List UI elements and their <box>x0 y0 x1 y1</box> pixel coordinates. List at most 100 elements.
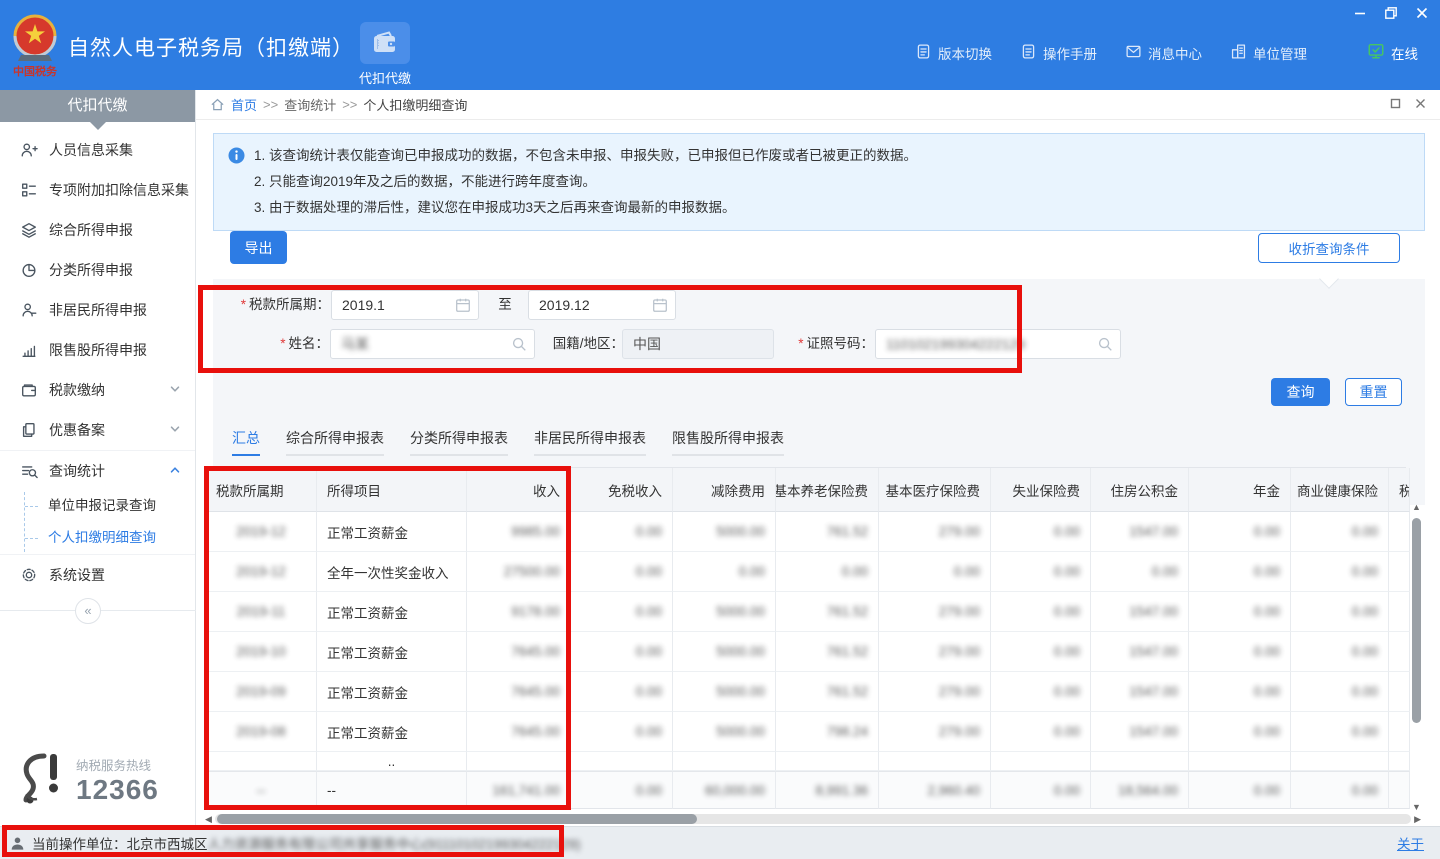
cell-年金: 0.00 <box>1189 592 1291 632</box>
sidebar-item-人员信息采集[interactable]: 人员信息采集 <box>0 130 195 170</box>
tab-非居民所得申报表[interactable]: 非居民所得申报表 <box>534 428 646 456</box>
document-icon <box>1020 43 1037 63</box>
tab-综合所得申报表[interactable]: 综合所得申报表 <box>286 428 384 456</box>
scroll-down-icon[interactable]: ▼ <box>1410 802 1423 812</box>
cell-免税收入: 0.00 <box>571 712 673 752</box>
cell-tax-partial <box>1389 592 1410 632</box>
nationality-input[interactable]: 中国 <box>622 329 774 359</box>
app-title: 自然人电子税务局（扣缴端） <box>68 32 354 62</box>
pane-close-icon[interactable] <box>1415 97 1426 112</box>
horizontal-scrollbar[interactable]: ◀ ▶ <box>205 813 1421 825</box>
notice-line: 2. 只能查询2019年及之后的数据，不能进行跨年度查询。 <box>254 169 917 195</box>
collapse-query-button[interactable]: 收折查询条件 <box>1258 233 1400 263</box>
scroll-left-icon[interactable]: ◀ <box>205 813 212 825</box>
reset-button[interactable]: 重置 <box>1345 378 1402 406</box>
cell-income-item: 正常工资薪金 <box>317 632 467 672</box>
cell-period: 2019-12 <box>206 552 317 592</box>
sidebar-item-分类所得申报[interactable]: 分类所得申报 <box>0 250 195 290</box>
cell-period: 2019-09 <box>206 672 317 712</box>
sidebar-item-查询统计[interactable]: 查询统计 <box>0 450 195 490</box>
topbar-links: 版本切换 操作手册 消息中心 单位管理 在线 <box>915 42 1418 63</box>
module-tab-withholding[interactable]: 代扣代缴 <box>340 22 430 87</box>
cell-失业保险费: 0.00 <box>991 771 1091 809</box>
topbar-link-消息中心[interactable]: 消息中心 <box>1125 43 1202 63</box>
hotline-operator-icon <box>14 750 68 811</box>
sidebar-item-优惠备案[interactable]: 优惠备案 <box>0 410 195 450</box>
topbar-link-在线[interactable]: 在线 <box>1367 42 1418 63</box>
column-header-年金: 年金 <box>1189 468 1291 512</box>
cell-商业健康保险: 0.00 <box>1291 592 1389 632</box>
topbar-link-单位管理[interactable]: 单位管理 <box>1230 43 1307 63</box>
module-tab-label: 代扣代缴 <box>340 68 430 87</box>
export-button[interactable]: 导出 <box>230 231 287 264</box>
cell-免税收入: 0.00 <box>571 592 673 632</box>
topbar-link-操作手册[interactable]: 操作手册 <box>1020 43 1097 63</box>
sidebar-item-label: 查询统计 <box>49 461 105 481</box>
cell-免税收入: 0.00 <box>571 552 673 592</box>
sidebar-subitem-单位申报记录查询[interactable]: 单位申报记录查询 <box>0 490 195 522</box>
result-tabs: 汇总综合所得申报表分类所得申报表非居民所得申报表限售股所得申报表 <box>232 428 784 456</box>
cell-tax-partial <box>1389 752 1410 771</box>
column-header-住房公积金: 住房公积金 <box>1091 468 1189 512</box>
about-link[interactable]: 关于 <box>1397 833 1424 853</box>
main-content: 首页 >> 查询统计 >> 个人扣缴明细查询 1. 该查询统计表仅能查询已申报成… <box>196 90 1440 826</box>
search-icon[interactable] <box>1096 335 1114 353</box>
sidebar-subitem-个人扣缴明细查询[interactable]: 个人扣缴明细查询 <box>0 522 195 554</box>
horizontal-scroll-thumb[interactable] <box>217 814 697 824</box>
sidebar-item-税款缴纳[interactable]: 税款缴纳 <box>0 370 195 410</box>
vertical-scroll-thumb[interactable] <box>1412 518 1421 723</box>
pane-maximize-icon[interactable] <box>1390 97 1401 112</box>
sidebar-collapse-button[interactable]: « <box>75 598 101 624</box>
bar-chart-icon <box>20 341 38 359</box>
cell-商业健康保险: 0.00 <box>1291 632 1389 672</box>
cell-住房公积金: 1547.00 <box>1091 672 1189 712</box>
status-bar: 当前操作单位： 北京市西城区 人力资源服务有限公司共享服务中心(91110102… <box>0 826 1440 859</box>
cell-基本医疗保险费: 279.00 <box>879 632 991 672</box>
window-minimize-icon[interactable] <box>1352 5 1368 21</box>
gear-icon <box>20 566 38 584</box>
sidebar-item-非居民所得申报[interactable]: 非居民所得申报 <box>0 290 195 330</box>
breadcrumb-home[interactable]: 首页 <box>231 95 257 114</box>
window-close-icon[interactable] <box>1414 5 1430 21</box>
cell-period: 2019-11 <box>206 592 317 632</box>
scroll-up-icon[interactable]: ▲ <box>1410 502 1423 512</box>
search-icon[interactable] <box>510 335 528 353</box>
breadcrumb: 首页 >> 查询统计 >> 个人扣缴明细查询 <box>196 90 1440 120</box>
vertical-scrollbar[interactable]: ▲ ▼ <box>1410 502 1423 812</box>
id-number-input[interactable]: 110102199304222129 <box>875 329 1121 359</box>
hotline-block: 纳税服务热线 12366 <box>14 750 159 811</box>
cell-年金 <box>1189 752 1291 771</box>
calendar-icon[interactable] <box>454 296 472 314</box>
window-restore-icon[interactable] <box>1383 5 1399 21</box>
tab-汇总[interactable]: 汇总 <box>232 428 260 456</box>
checklist-icon <box>20 181 38 199</box>
search-button[interactable]: 查询 <box>1271 378 1330 406</box>
sidebar-item-限售股所得申报[interactable]: 限售股所得申报 <box>0 330 195 370</box>
column-header-收入: 收入 <box>467 468 571 512</box>
period-to-input[interactable]: 2019.12 <box>528 290 676 320</box>
nationality-label: 国籍/地区： <box>540 329 624 359</box>
topbar-link-label: 版本切换 <box>938 43 992 63</box>
cell-住房公积金 <box>1091 752 1189 771</box>
column-header-失业保险费: 失业保险费 <box>991 468 1091 512</box>
cell-基本养老保险费: 761.52 <box>776 672 879 712</box>
scroll-right-icon[interactable]: ▶ <box>1414 813 1421 825</box>
sidebar-item-综合所得申报[interactable]: 综合所得申报 <box>0 210 195 250</box>
sidebar-item-label: 专项附加扣除信息采集 <box>49 180 189 200</box>
cell-免税收入: 0.00 <box>571 771 673 809</box>
cell-失业保险费: 0.00 <box>991 552 1091 592</box>
cell-住房公积金: 0.00 <box>1091 552 1189 592</box>
wallet-icon <box>20 381 38 399</box>
cell-年金: 0.00 <box>1189 672 1291 712</box>
sidebar-item-专项附加扣除信息采集[interactable]: 专项附加扣除信息采集 <box>0 170 195 210</box>
topbar-link-版本切换[interactable]: 版本切换 <box>915 43 992 63</box>
cell-income-item: 全年一次性奖金收入 <box>317 552 467 592</box>
period-from-input[interactable]: 2019.1 <box>331 290 479 320</box>
tab-分类所得申报表[interactable]: 分类所得申报表 <box>410 428 508 456</box>
notice-line: 1. 该查询统计表仅能查询已申报成功的数据，不包含未申报、申报失败，已申报但已作… <box>254 143 917 169</box>
cell-住房公积金: 1547.00 <box>1091 512 1189 552</box>
tab-限售股所得申报表[interactable]: 限售股所得申报表 <box>672 428 784 456</box>
name-input[interactable]: 马某 <box>330 329 535 359</box>
sidebar-item-系统设置[interactable]: 系统设置 <box>0 555 195 595</box>
calendar-icon[interactable] <box>651 296 669 314</box>
